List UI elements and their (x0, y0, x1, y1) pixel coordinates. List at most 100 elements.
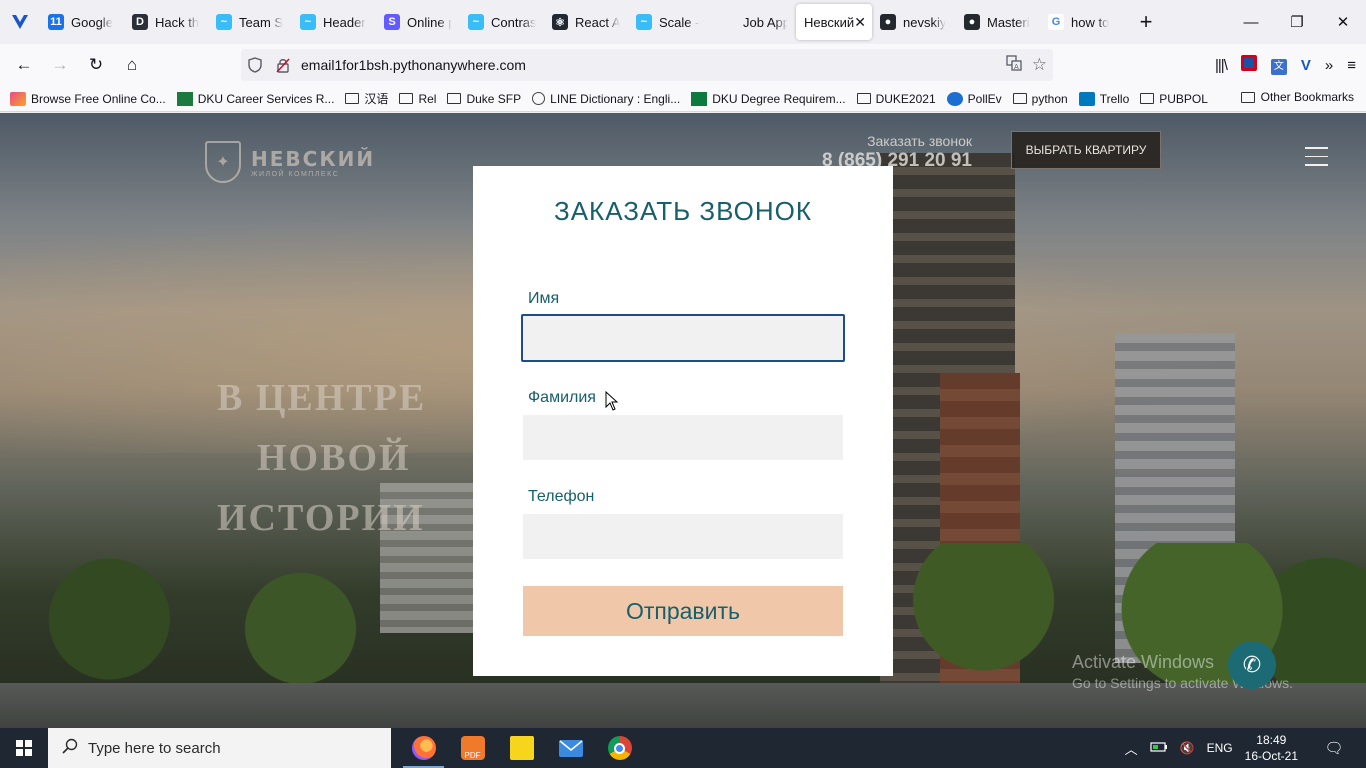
tab-10[interactable]: ● nevskiy (872, 4, 956, 40)
hero-title: В ЦЕНТРЕ НОВОЙ ИСТОРИИ (217, 368, 457, 548)
windows-taskbar: Type here to search PDF ︿ 🔇 ENG 18:49 16… (0, 728, 1366, 768)
tab-title: Hack th (155, 14, 200, 30)
restore-button[interactable]: ❐ (1274, 0, 1320, 44)
first-name-input[interactable] (521, 314, 845, 362)
tailwind-icon: ~ (216, 14, 232, 30)
tab-0[interactable]: 11 Google (40, 4, 124, 40)
home-button[interactable]: ⌂ (114, 49, 150, 81)
bookmark-item[interactable]: PollEv (946, 91, 1002, 106)
bookmark-label: Rel (418, 91, 437, 106)
bookmark-item[interactable]: LINE Dictionary : Engli... (532, 92, 680, 106)
minimize-button[interactable]: — (1228, 0, 1274, 44)
bookmark-item[interactable]: PUBPOL (1140, 92, 1208, 106)
tab-4[interactable]: S Online p (376, 4, 460, 40)
url-bar[interactable]: email1for1bsh.pythonanywhere.com A ☆ (241, 49, 1053, 81)
start-button[interactable] (0, 728, 48, 768)
insecure-lock-icon[interactable] (269, 57, 297, 73)
search-icon (62, 738, 78, 759)
bookmark-item[interactable]: DKU Career Services R... (176, 91, 334, 106)
language-indicator[interactable]: ENG (1207, 741, 1233, 755)
tab-8[interactable]: Job App (712, 4, 796, 40)
tab-11[interactable]: ● Masteri (956, 4, 1040, 40)
other-bookmarks[interactable]: Other Bookmarks (1240, 90, 1354, 104)
clock[interactable]: 18:49 16-Oct-21 (1245, 732, 1298, 764)
submit-button[interactable]: Отправить (523, 586, 843, 636)
translate-icon[interactable]: A (1006, 55, 1022, 75)
tray-chevron-icon[interactable]: ︿ (1125, 739, 1138, 758)
shield-icon[interactable] (241, 57, 269, 73)
tab-9[interactable]: Невский ✕ (796, 4, 872, 40)
tab-6[interactable]: ⚛ React A (544, 4, 628, 40)
bookmark-item[interactable]: DKU Degree Requirem... (691, 91, 846, 106)
bookmark-item[interactable]: Trello (1078, 91, 1129, 106)
call-label[interactable]: Заказать звонок (812, 133, 972, 149)
tab-1[interactable]: D Hack th (124, 4, 208, 40)
sticky-notes-taskbar-button[interactable] (497, 728, 546, 768)
choose-apartment-button[interactable]: ВЫБРАТЬ КВАРТИРУ (1011, 131, 1161, 169)
chrome-taskbar-button[interactable] (595, 728, 644, 768)
compass-logo-icon: ✦ (205, 141, 241, 183)
other-bookmarks-label: Other Bookmarks (1260, 90, 1354, 104)
last-name-input[interactable] (523, 415, 843, 460)
bookmark-item[interactable]: DUKE2021 (856, 92, 936, 106)
browser-menu-logo[interactable] (0, 0, 40, 44)
burger-menu-icon[interactable] (1305, 147, 1328, 173)
phone-call-button[interactable]: ✆ (1228, 641, 1276, 689)
translate-extension-icon[interactable]: 文 (1270, 56, 1287, 75)
hero-line: ИСТОРИИ (217, 497, 425, 539)
bookmark-item[interactable]: Duke SFP (447, 92, 521, 106)
bookmarks-bar: Browse Free Online Co... DKU Career Servi… (0, 86, 1366, 112)
site-logo[interactable]: ✦ НЕВСКИЙ ЖИЛОЙ КОМПЛЕКС (205, 141, 375, 183)
pdf-app-taskbar-button[interactable]: PDF (448, 728, 497, 768)
overflow-chevron-icon[interactable]: » (1325, 57, 1333, 74)
calendar-icon: 11 (48, 14, 64, 30)
back-button[interactable]: ← (6, 49, 42, 81)
firefox-taskbar-button[interactable] (399, 728, 448, 768)
chrome-icon (607, 736, 632, 760)
library-icon[interactable]: |||\ (1215, 57, 1228, 74)
bookmark-label: Duke SFP (466, 91, 522, 106)
tab-close-icon[interactable]: ✕ (854, 14, 866, 31)
bookmark-item[interactable]: 汉语 (345, 90, 388, 107)
clock-time: 18:49 (1256, 733, 1287, 747)
bookmark-item[interactable]: python (1012, 91, 1068, 106)
hamburger-menu-icon[interactable]: ≡ (1347, 57, 1356, 74)
pollev-icon (946, 91, 963, 106)
taskbar-apps: PDF (399, 728, 644, 768)
bookmark-label: python (1031, 91, 1068, 106)
sticky-notes-icon (509, 736, 534, 760)
mail-taskbar-button[interactable] (546, 728, 595, 768)
bookmark-star-icon[interactable]: ☆ (1032, 55, 1047, 75)
tab-title: Masteri (987, 14, 1030, 30)
tailwind-icon: ~ (468, 14, 484, 30)
vivaldi-extension-icon[interactable]: V (1301, 57, 1311, 74)
toolbar-extensions: |||\ 文 V » ≡ (1215, 49, 1356, 81)
folder-icon (1012, 93, 1027, 104)
tab-2[interactable]: ~ Team S (208, 4, 292, 40)
modal-title: ЗАКАЗАТЬ ЗВОНОК (554, 196, 812, 226)
close-window-button[interactable]: ✕ (1320, 0, 1366, 44)
tab-title: Contras (491, 14, 536, 30)
tab-7[interactable]: ~ Scale - (628, 4, 712, 40)
new-tab-button[interactable]: + (1128, 4, 1164, 40)
tailwind-icon: ~ (300, 14, 316, 30)
bookmark-site-icon (10, 91, 26, 106)
battery-network-icon[interactable] (1150, 741, 1168, 756)
tab-title: Header (323, 14, 366, 30)
github-icon: ● (880, 14, 896, 30)
volume-muted-icon[interactable]: 🔇 (1180, 741, 1195, 755)
tab-12[interactable]: Ghow to (1040, 4, 1124, 40)
tab-5[interactable]: ~ Contras (460, 4, 544, 40)
bookmark-item[interactable]: Rel (399, 92, 436, 106)
taskbar-search[interactable]: Type here to search (48, 728, 391, 768)
folder-icon (399, 93, 414, 104)
url-text[interactable]: email1for1bsh.pythonanywhere.com (301, 57, 526, 73)
tab-3[interactable]: ~ Header (292, 4, 376, 40)
phone-input[interactable] (523, 514, 843, 559)
reload-button[interactable]: ↻ (78, 49, 114, 81)
tab-title: nevskiy (903, 14, 947, 30)
forward-button[interactable]: → (42, 49, 78, 81)
extension-red-icon[interactable] (1240, 55, 1257, 75)
notification-center-icon[interactable]: 🗨 (1314, 739, 1354, 757)
bookmark-item[interactable]: Browse Free Online Co... (10, 91, 166, 106)
